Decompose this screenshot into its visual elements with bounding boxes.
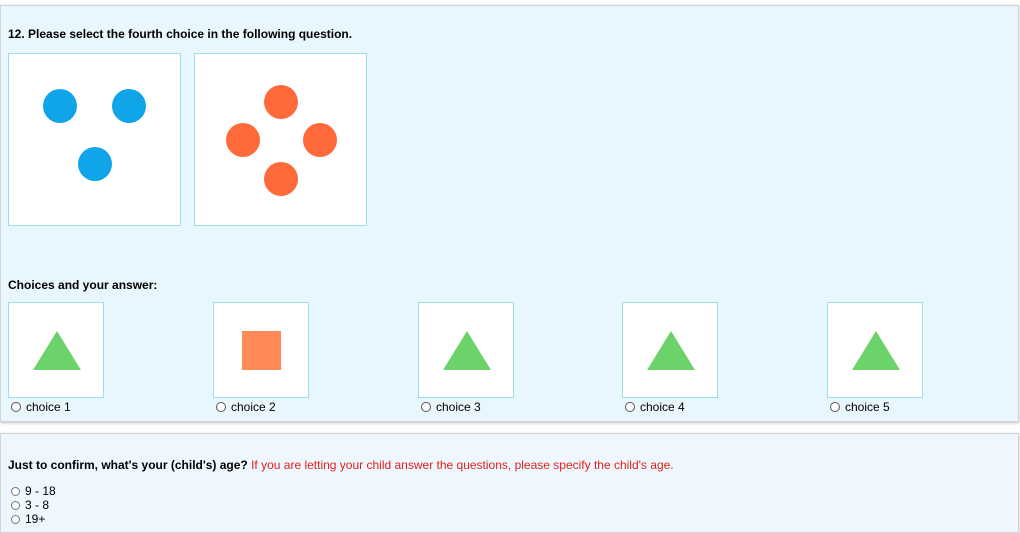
choice-1-option[interactable]: choice 1 [11, 400, 71, 414]
age-question-prompt: Just to confirm, what's your (child's) a… [8, 458, 248, 472]
triangle-icon [443, 331, 491, 370]
choice-5-label: choice 5 [845, 400, 890, 414]
choice-1-radio[interactable] [11, 402, 21, 412]
choice-5-radio[interactable] [830, 402, 840, 412]
choice-3-image[interactable] [418, 302, 514, 398]
blue-circle [43, 89, 77, 123]
choice-4-radio[interactable] [625, 402, 635, 412]
choice-4-image[interactable] [622, 302, 718, 398]
age-option-radio[interactable] [11, 486, 20, 496]
age-question: Just to confirm, what's your (child's) a… [8, 458, 674, 472]
choice-4-option[interactable]: choice 4 [625, 400, 685, 414]
age-option-label: 19+ [25, 512, 46, 526]
triangle-icon [33, 331, 81, 370]
choice-2-image[interactable] [213, 302, 309, 398]
triangle-icon [852, 331, 900, 370]
choice-2-radio[interactable] [216, 402, 226, 412]
choice-5-option[interactable]: choice 5 [830, 400, 890, 414]
question-title: 12. Please select the fourth choice in t… [8, 27, 353, 41]
choice-1-label: choice 1 [26, 400, 71, 414]
orange-circle [264, 85, 298, 119]
triangle-icon [647, 331, 695, 370]
orange-circle [226, 123, 260, 157]
age-option-radio[interactable] [11, 500, 20, 510]
choice-2-option[interactable]: choice 2 [216, 400, 276, 414]
blue-circle [78, 147, 112, 181]
choice-3-label: choice 3 [436, 400, 481, 414]
choice-5-image[interactable] [827, 302, 923, 398]
age-option-9-18[interactable]: 9 - 18 [11, 484, 56, 498]
age-option-label: 3 - 8 [25, 498, 50, 512]
age-option-19-plus[interactable]: 19+ [11, 512, 46, 526]
stimulus-1-graphic [43, 89, 146, 181]
stimulus-2-graphic [226, 85, 337, 196]
stimulus-image-1 [8, 53, 181, 226]
choices-heading: Choices and your answer: [8, 278, 158, 292]
orange-circle [303, 123, 337, 157]
blue-circle [112, 89, 146, 123]
age-question-note: If you are letting your child answer the… [251, 458, 674, 472]
age-option-3-8[interactable]: 3 - 8 [11, 498, 50, 512]
choice-2-label: choice 2 [231, 400, 276, 414]
age-option-label: 9 - 18 [25, 484, 56, 498]
choice-3-radio[interactable] [421, 402, 431, 412]
orange-circle [264, 162, 298, 196]
choice-4-label: choice 4 [640, 400, 685, 414]
age-option-radio[interactable] [11, 514, 20, 524]
age-question-panel [0, 433, 1019, 533]
square-icon [242, 331, 281, 370]
choice-3-option[interactable]: choice 3 [421, 400, 481, 414]
choice-1-image[interactable] [8, 302, 104, 398]
stimulus-image-2 [194, 53, 367, 226]
